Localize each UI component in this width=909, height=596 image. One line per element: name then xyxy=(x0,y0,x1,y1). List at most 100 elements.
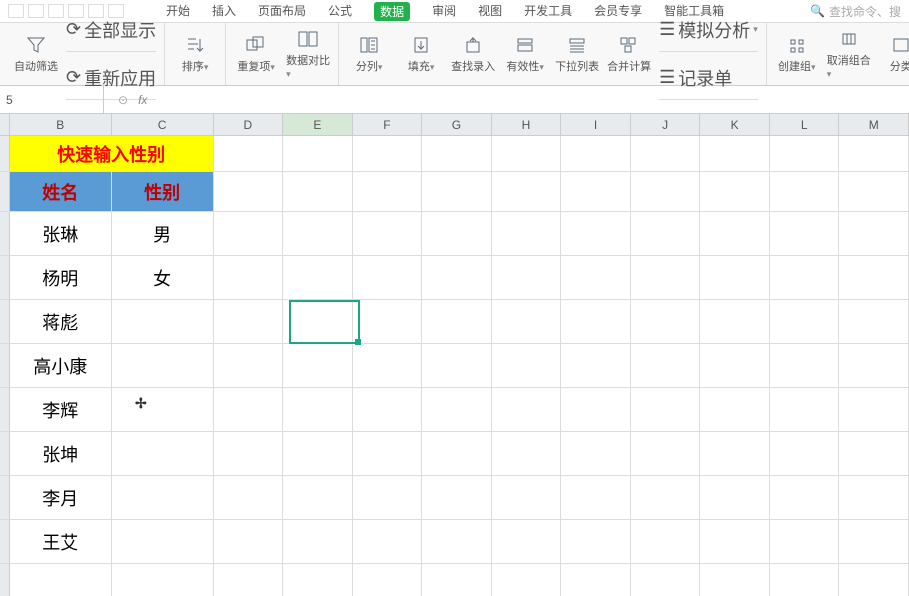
col-header[interactable]: B xyxy=(10,114,112,136)
qat-icon[interactable] xyxy=(68,4,84,18)
cell[interactable] xyxy=(353,344,423,387)
tab-start[interactable]: 开始 xyxy=(166,2,190,21)
row-header[interactable] xyxy=(0,136,10,171)
cell[interactable] xyxy=(422,172,492,211)
tab-insert[interactable]: 插入 xyxy=(212,2,236,21)
cell[interactable] xyxy=(839,388,909,431)
col-header[interactable]: C xyxy=(112,114,214,136)
cell[interactable] xyxy=(561,172,631,211)
cell[interactable] xyxy=(353,172,423,211)
cell[interactable] xyxy=(214,520,284,563)
cell[interactable] xyxy=(839,136,909,171)
cell[interactable] xyxy=(492,212,562,255)
row-header[interactable] xyxy=(0,300,10,343)
cell[interactable] xyxy=(770,256,840,299)
cell[interactable] xyxy=(214,256,284,299)
cell[interactable] xyxy=(353,136,423,171)
cell[interactable] xyxy=(492,256,562,299)
cell[interactable] xyxy=(839,212,909,255)
cell[interactable] xyxy=(214,172,284,211)
cell[interactable] xyxy=(492,476,562,519)
gender-cell[interactable] xyxy=(112,388,214,431)
cell[interactable] xyxy=(214,212,284,255)
cell[interactable] xyxy=(700,564,770,596)
cell[interactable] xyxy=(770,388,840,431)
cell[interactable] xyxy=(770,300,840,343)
recordform-button[interactable]: ☰记录单 xyxy=(659,56,758,100)
cell[interactable] xyxy=(631,256,701,299)
name-cell[interactable]: 张坤 xyxy=(10,432,112,475)
cell[interactable] xyxy=(10,564,112,596)
row-header[interactable] xyxy=(0,256,10,299)
cell[interactable] xyxy=(839,300,909,343)
cell[interactable] xyxy=(631,388,701,431)
cell[interactable] xyxy=(561,564,631,596)
cell[interactable] xyxy=(631,300,701,343)
col-header[interactable]: G xyxy=(422,114,492,136)
name-cell[interactable]: 李月 xyxy=(10,476,112,519)
tab-formula[interactable]: 公式 xyxy=(328,2,352,21)
cell[interactable] xyxy=(770,432,840,475)
classify-button[interactable]: 分类 xyxy=(879,35,909,74)
cell[interactable] xyxy=(561,300,631,343)
consolidate-button[interactable]: 合并计算 xyxy=(607,35,651,74)
row-header[interactable] xyxy=(0,520,10,563)
cell[interactable] xyxy=(422,300,492,343)
cell[interactable] xyxy=(631,432,701,475)
tab-review[interactable]: 审阅 xyxy=(432,2,456,21)
tab-view[interactable]: 视图 xyxy=(478,2,502,21)
tab-devtools[interactable]: 开发工具 xyxy=(524,2,572,21)
row-header[interactable] xyxy=(0,344,10,387)
cell[interactable] xyxy=(283,432,353,475)
name-box[interactable]: 5 xyxy=(0,86,104,113)
cell[interactable] xyxy=(700,172,770,211)
gender-cell[interactable] xyxy=(112,520,214,563)
col-header[interactable]: L xyxy=(770,114,840,136)
cell[interactable] xyxy=(422,344,492,387)
command-search[interactable]: 🔍 查找命令、搜 xyxy=(810,3,909,20)
cell[interactable] xyxy=(353,300,423,343)
cell[interactable] xyxy=(283,136,353,171)
cell[interactable] xyxy=(214,344,284,387)
header-name-cell[interactable]: 姓名 xyxy=(10,172,112,211)
cell[interactable] xyxy=(770,136,840,171)
findinput-button[interactable]: 查找录入 xyxy=(451,35,495,74)
dropdown-button[interactable]: 下拉列表 xyxy=(555,35,599,74)
cell[interactable] xyxy=(839,344,909,387)
cell[interactable] xyxy=(353,256,423,299)
cell[interactable] xyxy=(700,212,770,255)
name-cell[interactable]: 高小康 xyxy=(10,344,112,387)
cell[interactable] xyxy=(561,136,631,171)
col-header[interactable]: H xyxy=(492,114,562,136)
tab-member[interactable]: 会员专享 xyxy=(594,2,642,21)
col-header[interactable]: D xyxy=(214,114,284,136)
cell[interactable] xyxy=(214,476,284,519)
gender-cell[interactable]: 女 xyxy=(112,256,214,299)
cell[interactable] xyxy=(422,256,492,299)
qat-icon[interactable] xyxy=(88,4,104,18)
cell[interactable] xyxy=(422,520,492,563)
col-header[interactable]: E xyxy=(283,114,353,136)
cell[interactable] xyxy=(631,476,701,519)
qat-icon[interactable] xyxy=(48,4,64,18)
cell[interactable] xyxy=(353,212,423,255)
cell[interactable] xyxy=(700,136,770,171)
row-header[interactable] xyxy=(0,212,10,255)
cell[interactable] xyxy=(492,136,562,171)
cell[interactable] xyxy=(112,564,214,596)
cell[interactable] xyxy=(561,344,631,387)
cell[interactable] xyxy=(283,344,353,387)
fx-icon[interactable]: fx xyxy=(138,93,147,107)
qat-icon[interactable] xyxy=(28,4,44,18)
select-all-corner[interactable] xyxy=(0,114,10,136)
cell[interactable] xyxy=(631,344,701,387)
cell[interactable] xyxy=(700,476,770,519)
cell[interactable] xyxy=(283,476,353,519)
cell[interactable] xyxy=(422,432,492,475)
gender-cell[interactable] xyxy=(112,476,214,519)
cell[interactable] xyxy=(700,344,770,387)
cell[interactable] xyxy=(422,136,492,171)
row-header[interactable] xyxy=(0,172,10,211)
cell[interactable] xyxy=(214,564,284,596)
cell[interactable] xyxy=(492,388,562,431)
